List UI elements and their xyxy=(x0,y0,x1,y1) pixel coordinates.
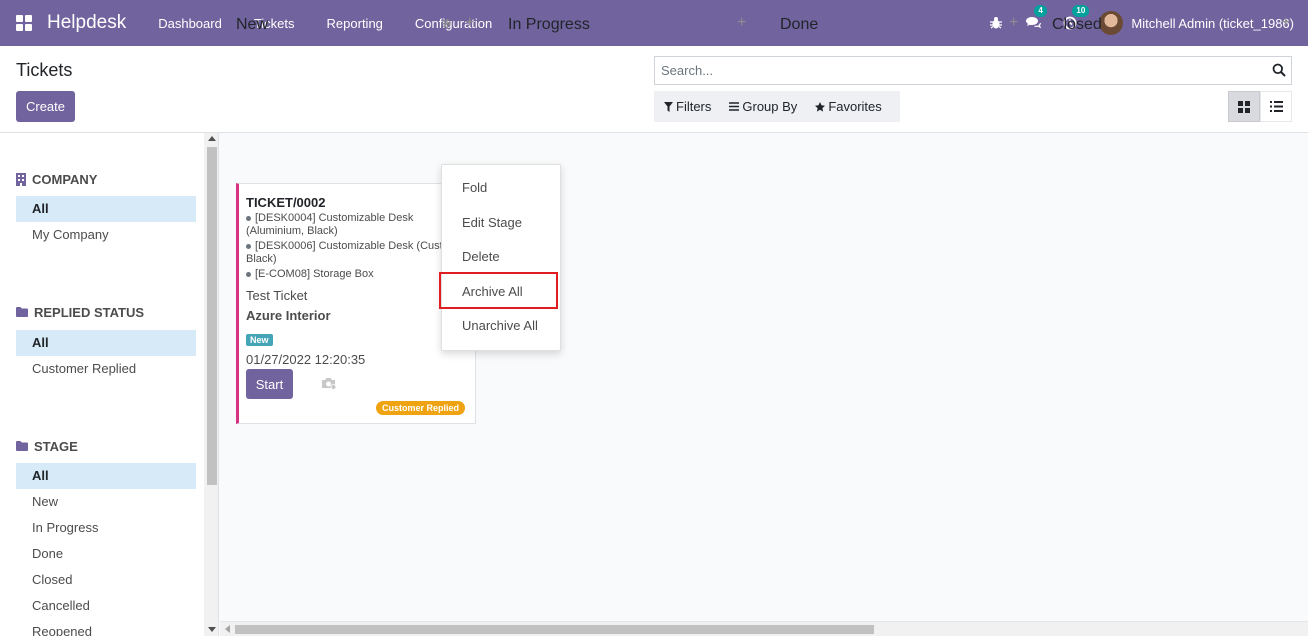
filter-stage-closed[interactable]: Closed xyxy=(16,567,196,593)
column-title[interactable]: New xyxy=(236,16,268,34)
scrollbar-thumb[interactable] xyxy=(207,147,217,485)
plus-icon[interactable]: + xyxy=(737,14,746,32)
filter-replied-all[interactable]: All xyxy=(16,330,196,356)
column-title[interactable]: Done xyxy=(780,16,818,34)
scroll-left-arrow-icon[interactable] xyxy=(225,625,230,633)
column-header-closed: Closed + xyxy=(1052,14,1296,36)
kanban-grid-icon xyxy=(1238,100,1250,113)
filter-icon xyxy=(664,101,673,112)
messages-badge: 4 xyxy=(1034,5,1047,17)
ticket-date: 01/27/2022 12:20:35 xyxy=(246,352,366,367)
list-icon xyxy=(1269,101,1283,112)
filter-stage-in-progress[interactable]: In Progress xyxy=(16,515,196,541)
scrollbar-thumb[interactable] xyxy=(235,625,874,634)
scroll-up-arrow-icon[interactable] xyxy=(208,136,216,141)
list-view-button[interactable] xyxy=(1260,91,1292,122)
ticket-reference: TICKET/0002 xyxy=(246,195,326,210)
search-options: Filters Group By Favorites xyxy=(654,91,900,122)
filter-customer-replied[interactable]: Customer Replied xyxy=(16,356,196,382)
filters-label: Filters xyxy=(676,99,712,114)
list-lines-icon xyxy=(729,102,740,111)
scroll-down-arrow-icon[interactable] xyxy=(208,627,216,632)
camera-icon[interactable] xyxy=(321,377,337,393)
group-by-label: Group By xyxy=(742,99,798,114)
apps-grid-icon[interactable] xyxy=(16,15,32,31)
menu-item-unarchive-all[interactable]: Unarchive All xyxy=(442,314,560,338)
customer-replied-badge: Customer Replied xyxy=(375,401,465,415)
star-icon xyxy=(815,101,826,112)
menu-item-edit-stage[interactable]: Edit Stage xyxy=(442,211,560,235)
stage-tag: New xyxy=(246,334,273,346)
search-panel: COMPANY All My Company REPLIED STATUS Al… xyxy=(0,133,204,636)
menu-dashboard[interactable]: Dashboard xyxy=(142,16,238,31)
chat-icon[interactable]: 4 xyxy=(1025,5,1047,33)
filter-stage-all[interactable]: All xyxy=(16,463,196,489)
section-title: COMPANY xyxy=(32,171,98,187)
filters-button[interactable]: Filters xyxy=(664,99,711,114)
bullet-icon xyxy=(246,243,251,249)
section-title: STAGE xyxy=(34,438,78,454)
group-by-button[interactable]: Group By xyxy=(729,99,797,114)
sidebar-scrollbar[interactable] xyxy=(204,133,219,636)
filter-company-my-company[interactable]: My Company xyxy=(16,222,196,248)
start-button[interactable]: Start xyxy=(246,369,293,399)
ticket-subject: Test Ticket xyxy=(246,288,308,303)
create-button[interactable]: Create xyxy=(16,91,75,122)
gear-icon[interactable] xyxy=(441,17,452,32)
filter-stage-done[interactable]: Done xyxy=(16,541,196,567)
filter-company-all[interactable]: All xyxy=(16,196,196,222)
section-replied-status: REPLIED STATUS All Customer Replied xyxy=(16,302,196,382)
favorites-label: Favorites xyxy=(828,99,882,114)
product-line: [DESK0006] Customizable Desk (Custom, Bl… xyxy=(246,240,462,265)
plus-icon[interactable]: + xyxy=(1009,14,1018,32)
building-icon xyxy=(16,172,26,186)
plus-icon[interactable]: + xyxy=(465,14,474,32)
favorites-button[interactable]: Favorites xyxy=(815,99,882,114)
page-title: Tickets xyxy=(16,60,73,80)
bullet-icon xyxy=(246,271,251,277)
kanban-view-button[interactable] xyxy=(1228,91,1260,122)
section-stage: STAGE All New In Progress Done Closed Ca… xyxy=(16,436,196,636)
section-header: COMPANY xyxy=(16,169,196,189)
search-input[interactable] xyxy=(655,57,1255,84)
column-title[interactable]: In Progress xyxy=(508,16,590,34)
section-header: REPLIED STATUS xyxy=(16,302,196,322)
column-header-new: New + xyxy=(236,14,480,36)
plus-icon[interactable]: + xyxy=(1281,14,1290,32)
control-panel: Tickets Create Filters Group By Favorite… xyxy=(0,46,1308,133)
search-bar xyxy=(654,56,1292,85)
section-title: REPLIED STATUS xyxy=(34,304,145,320)
column-header-done: Done + xyxy=(780,14,1024,36)
filter-stage-cancelled[interactable]: Cancelled xyxy=(16,593,196,619)
view-switcher xyxy=(1228,91,1292,122)
folder-icon xyxy=(16,307,28,317)
filter-stage-reopened[interactable]: Reopened xyxy=(16,619,196,636)
highlight-box xyxy=(439,272,558,309)
folder-icon xyxy=(16,441,28,451)
ticket-partner: Azure Interior xyxy=(246,308,331,323)
section-header: STAGE xyxy=(16,436,196,456)
app-brand[interactable]: Helpdesk xyxy=(47,12,126,34)
product-line: [DESK0004] Customizable Desk (Aluminium,… xyxy=(246,212,414,237)
section-company: COMPANY All My Company xyxy=(16,169,196,248)
bullet-icon xyxy=(246,215,251,221)
column-header-in-progress: In Progress + xyxy=(508,14,752,36)
filter-stage-new[interactable]: New xyxy=(16,489,196,515)
menu-item-delete[interactable]: Delete xyxy=(442,245,560,269)
menu-item-fold[interactable]: Fold xyxy=(442,176,560,200)
board-scrollbar[interactable] xyxy=(220,621,1308,636)
search-icon[interactable] xyxy=(1272,63,1286,80)
column-title[interactable]: Closed xyxy=(1052,16,1102,34)
stage-dropdown-menu: Fold Edit Stage Delete Archive All Unarc… xyxy=(441,164,561,351)
